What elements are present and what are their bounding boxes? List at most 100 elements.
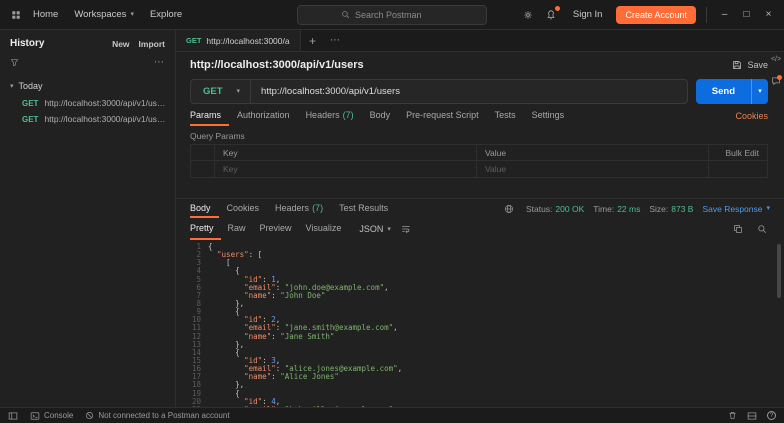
format-tab-visualize[interactable]: Visualize: [299, 218, 349, 240]
response-tab-headers[interactable]: Headers(7): [267, 199, 331, 218]
close-button[interactable]: ×: [761, 9, 776, 20]
help-icon[interactable]: ?: [767, 411, 776, 420]
right-rail: </>: [769, 56, 783, 86]
save-label: Save: [747, 60, 768, 70]
search-input[interactable]: [355, 10, 443, 20]
wrap-text-icon[interactable]: [398, 218, 414, 240]
response-tools: [730, 218, 770, 240]
request-tab-headers[interactable]: Headers(7): [298, 106, 362, 126]
sidebar-more-icon[interactable]: ⋯: [154, 57, 165, 68]
language-select[interactable]: JSON ▾: [353, 218, 397, 240]
app-grid-icon[interactable]: [8, 7, 24, 23]
history-url: http://localhost:3000/api/v1/users: [44, 114, 167, 124]
tab-label: Authorization: [237, 110, 290, 120]
history-group-today[interactable]: ▾ Today: [0, 74, 175, 95]
format-tab-pretty[interactable]: Pretty: [190, 218, 221, 240]
maximize-button[interactable]: □: [739, 9, 754, 20]
response-tab-cookies[interactable]: Cookies: [219, 199, 268, 218]
workspaces-menu[interactable]: Workspaces ▾: [67, 5, 141, 24]
network-globe-icon[interactable]: [501, 204, 517, 214]
copy-icon[interactable]: [730, 224, 746, 234]
create-account-button[interactable]: Create Account: [616, 6, 696, 24]
tab-count: (7): [312, 203, 323, 213]
tab-label: Tests: [495, 110, 516, 120]
request-tab[interactable]: GET http://localhost:3000/api: [176, 30, 301, 51]
code-snippet-icon[interactable]: </>: [771, 56, 781, 63]
filter-icon[interactable]: [10, 58, 19, 67]
tab-label: Pretty: [190, 223, 214, 233]
new-tab-button[interactable]: +: [301, 30, 324, 51]
response-tab-test-results[interactable]: Test Results: [331, 199, 396, 218]
value-input[interactable]: [485, 164, 700, 174]
bulk-edit-button[interactable]: Bulk Edit: [725, 148, 759, 158]
key-column-header: Key: [215, 145, 477, 160]
key-input[interactable]: [223, 164, 468, 174]
request-tab-authorization[interactable]: Authorization: [229, 106, 298, 126]
save-response-button[interactable]: Save Response ▾: [702, 204, 770, 214]
sidebar-header: History New Import: [0, 30, 175, 54]
response-tabs: Body CookiesHeaders(7)Test Results: [190, 199, 396, 218]
history-title: History: [10, 38, 44, 49]
request-tab-body[interactable]: Body: [362, 106, 399, 126]
scrollbar[interactable]: [777, 244, 781, 403]
main-panel: GET http://localhost:3000/api + ⋯ http:/…: [176, 30, 784, 407]
minimize-button[interactable]: –: [717, 9, 732, 20]
cookies-link[interactable]: Cookies: [735, 111, 768, 121]
response-tab-body[interactable]: Body: [190, 199, 219, 218]
method-select[interactable]: GET ▾: [191, 80, 251, 103]
import-button[interactable]: Import: [139, 39, 165, 49]
chevron-down-icon: ▾: [766, 205, 770, 212]
method-badge: GET: [22, 99, 38, 108]
search-response-icon[interactable]: [754, 224, 770, 234]
request-tab-pre-request-script[interactable]: Pre-request Script: [398, 106, 487, 126]
settings-gear-icon[interactable]: [520, 7, 536, 23]
explore-button[interactable]: Explore: [143, 5, 189, 24]
format-tab-raw[interactable]: Raw: [221, 218, 253, 240]
code-line: "name": "John Doe": [208, 292, 784, 300]
comments-icon[interactable]: [771, 76, 781, 86]
search-icon: [341, 10, 350, 19]
request-tab-params[interactable]: Params: [190, 106, 229, 126]
meta-value: 22 ms: [617, 204, 640, 214]
chevron-down-icon: ▾: [10, 83, 14, 90]
meta-label: Time:: [593, 204, 614, 214]
send-button[interactable]: Send: [696, 79, 751, 104]
two-pane-view-icon[interactable]: [747, 411, 757, 421]
code-line: "name": "Alice Jones": [208, 373, 784, 381]
code-line: "email": "bob.miller@example.com",: [208, 406, 784, 407]
tab-options-icon[interactable]: ⋯: [324, 30, 347, 51]
request-tabs: Params Authorization Headers(7)BodyPre-req…: [190, 106, 572, 126]
notifications-bell-icon[interactable]: [543, 7, 559, 23]
send-options-button[interactable]: ▾: [751, 79, 768, 104]
save-button[interactable]: Save: [732, 60, 768, 70]
response-body[interactable]: 123456789101112131415161718192021 { "use…: [176, 240, 784, 407]
format-tab-preview[interactable]: Preview: [253, 218, 299, 240]
history-item[interactable]: GEThttp://localhost:3000/api/v1/users: [0, 111, 175, 127]
trash-icon[interactable]: [728, 411, 737, 420]
search-box[interactable]: [297, 5, 487, 25]
row-select-cell[interactable]: [191, 161, 215, 177]
code-line: },: [208, 300, 784, 308]
format-tabs: Pretty RawPreviewVisualize: [190, 218, 348, 240]
console-button[interactable]: Console: [30, 411, 73, 421]
history-item[interactable]: GEThttp://localhost:3000/api/v1/users: [0, 95, 175, 111]
url-input[interactable]: [251, 86, 687, 97]
scrollbar-thumb[interactable]: [777, 244, 781, 298]
tab-label: Settings: [532, 110, 565, 120]
response-meta: Status:200 OKTime:22 msSize:873 B: [526, 204, 694, 214]
request-tab-settings[interactable]: Settings: [524, 106, 573, 126]
new-button[interactable]: New: [112, 39, 129, 49]
sign-in-button[interactable]: Sign In: [566, 5, 610, 24]
method-label: GET: [203, 86, 223, 97]
line-number: 21: [190, 406, 201, 407]
toggle-sidebar-button[interactable]: [8, 411, 18, 421]
history-group-label: Today: [19, 81, 43, 91]
tab-label: Body: [190, 203, 211, 213]
top-bar: Home Workspaces ▾ Explore Sign In Create…: [0, 0, 784, 30]
json-code: { "users": [ [ { "id": 1, "email": "john…: [208, 243, 784, 407]
connection-status[interactable]: Not connected to a Postman account: [85, 411, 229, 420]
home-button[interactable]: Home: [26, 5, 65, 24]
request-tab-tests[interactable]: Tests: [487, 106, 524, 126]
top-bar-actions: Sign In Create Account – □ ×: [520, 5, 776, 24]
chevron-down-icon: ▾: [237, 88, 241, 95]
